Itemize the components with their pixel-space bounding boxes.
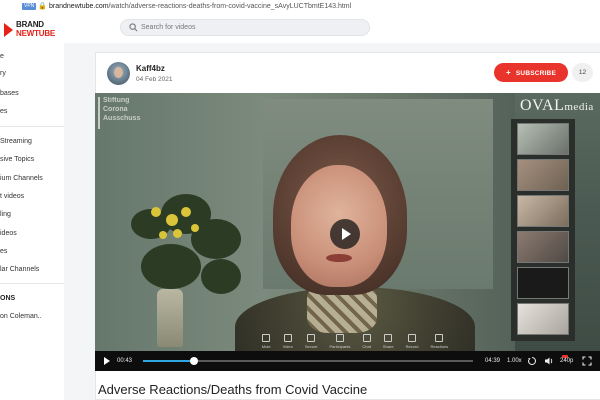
avatar[interactable] [107, 62, 130, 85]
volume-icon[interactable] [544, 356, 554, 366]
sidebar-item[interactable]: ideos [0, 228, 64, 240]
sidebar-item[interactable]: Streaming [0, 136, 64, 148]
url-text[interactable]: brandnewtube.com/watch/adverse-reactions… [49, 0, 351, 13]
sidebar-item[interactable]: e [0, 51, 64, 63]
progress-bar[interactable] [143, 357, 473, 365]
search-placeholder: Search for videos [141, 24, 196, 31]
replay-10-icon[interactable] [527, 356, 537, 366]
sidebar-item[interactable]: t videos [0, 191, 64, 203]
sidebar-subscription-item[interactable]: on Coleman.. [0, 311, 64, 323]
search-input[interactable]: Search for videos [120, 19, 370, 36]
plus-icon: + [506, 68, 511, 77]
sidebar-item[interactable]: lar Channels [0, 264, 64, 276]
sidebar-item-label: es [0, 248, 8, 255]
sidebar-section-title: ONS [0, 293, 64, 305]
avatar-face [114, 67, 123, 78]
zoom-toolbar-item: Reactions [430, 334, 448, 349]
sidebar-item-label: on Coleman.. [0, 313, 42, 320]
zoom-toolbar-item: Participants [330, 334, 350, 349]
participant-thumb [517, 267, 569, 299]
sidebar-item-label: ry [0, 70, 6, 77]
zoom-toolbar-item: Share [383, 334, 394, 349]
logo-text-newtube: NEWTUBE [16, 29, 56, 38]
sidebar-item[interactable]: sive Topics [0, 154, 64, 166]
overlay-line: Ausschuss [103, 115, 141, 122]
sidebar-item-label: Streaming [0, 138, 32, 145]
sidebar-item-label: ling [0, 211, 11, 218]
video-frame[interactable]: Stiftung Corona Ausschuss OVALmedia Mute… [95, 93, 600, 367]
site-header: BRAND NEWTUBE Search for videos [0, 13, 600, 43]
flower-arrangement [121, 189, 251, 299]
zoom-toolbar-item: Mute [262, 334, 271, 349]
duration: 04:39 [485, 358, 501, 364]
play-icon[interactable] [104, 357, 110, 365]
sidebar-item[interactable]: ry [0, 68, 64, 80]
sidebar-item-label: sive Topics [0, 156, 35, 163]
current-time: 00:43 [117, 358, 133, 364]
sidebar-item-label: lar Channels [0, 266, 40, 273]
search-icon [129, 23, 138, 32]
url-host: brandnewtube.com [49, 3, 109, 10]
sidebar-item-label: t videos [0, 193, 25, 200]
sidebar-item-label: bases [0, 90, 19, 97]
logo-text-brand: BRAND [16, 20, 44, 29]
overlay-line: Stiftung [103, 97, 130, 104]
sidebar-item-label: ideos [0, 230, 17, 237]
sidebar-item[interactable]: ling [0, 209, 64, 221]
subscriber-count: 12 [572, 63, 593, 82]
browser-address-bar[interactable]: VPN 🔒 brandnewtube.com/watch/adverse-rea… [0, 0, 600, 14]
vase [157, 289, 183, 347]
url-path: /watch/adverse-reactions-deaths-from-cov… [108, 3, 352, 10]
oval-media-watermark: OVALmedia [520, 97, 594, 115]
progress-knob[interactable] [189, 357, 198, 365]
quality-control[interactable]: 240p [560, 351, 573, 371]
upload-date: 04 Feb 2021 [136, 76, 173, 83]
sidebar-item-label: es [0, 108, 8, 115]
sidebar-item[interactable]: ium Channels [0, 173, 64, 185]
zoom-toolbar-item: Record [406, 334, 418, 349]
logo-play-icon [4, 23, 13, 37]
sidebar-divider [0, 126, 64, 127]
overlay-line: Corona [103, 106, 128, 113]
sidebar: e ry bases es Streaming sive Topics ium … [0, 43, 65, 400]
participants-panel [511, 119, 575, 341]
participant-thumb [517, 195, 569, 227]
main-content: Kaff4bz 04 Feb 2021 + SUBSCRIBE 12 Stift… [64, 43, 600, 400]
video-title: Adverse Reactions/Deaths from Covid Vacc… [98, 382, 368, 397]
site-logo[interactable]: BRAND NEWTUBE [4, 21, 64, 39]
sidebar-divider [0, 283, 64, 284]
watermark-suffix: media [564, 101, 594, 113]
play-icon [342, 228, 351, 240]
progress-fill [143, 360, 194, 362]
fullscreen-icon[interactable] [582, 356, 592, 366]
center-play-button[interactable] [330, 219, 360, 249]
subscribe-label: SUBSCRIBE [515, 70, 556, 77]
watermark-text: OVAL [520, 97, 565, 114]
zoom-toolbar-item: Chat [362, 334, 371, 349]
player-controls: 00:43 04:39 1.00x 240p [95, 351, 600, 371]
sidebar-section-label: ONS [0, 295, 16, 302]
participant-thumb [517, 231, 569, 263]
speaker-mouth [326, 254, 352, 262]
lock-icon: 🔒 [38, 3, 47, 10]
sidebar-item-label: ium Channels [0, 175, 43, 182]
zoom-toolbar-item: Video [283, 334, 293, 349]
video-player[interactable]: Stiftung Corona Ausschuss OVALmedia Mute… [95, 93, 600, 371]
participant-thumb [517, 303, 569, 335]
vpn-badge[interactable]: VPN [22, 3, 37, 10]
uploader-name[interactable]: Kaff4bz [136, 64, 165, 73]
subscribe-button[interactable]: + SUBSCRIBE [494, 63, 568, 82]
zoom-toolbar-item: Secure [305, 334, 318, 349]
zoom-toolbar: Mute Video Secure Participants Chat Shar… [262, 331, 448, 349]
stiftung-overlay: Stiftung Corona Ausschuss [98, 97, 150, 131]
sidebar-item[interactable]: bases [0, 88, 64, 100]
sidebar-item[interactable]: es [0, 246, 64, 258]
sidebar-item[interactable]: es [0, 106, 64, 118]
sidebar-item-label: e [0, 53, 4, 60]
participant-thumb [517, 123, 569, 155]
speed-control[interactable]: 1.00x [507, 351, 522, 371]
participant-thumb [517, 159, 569, 191]
